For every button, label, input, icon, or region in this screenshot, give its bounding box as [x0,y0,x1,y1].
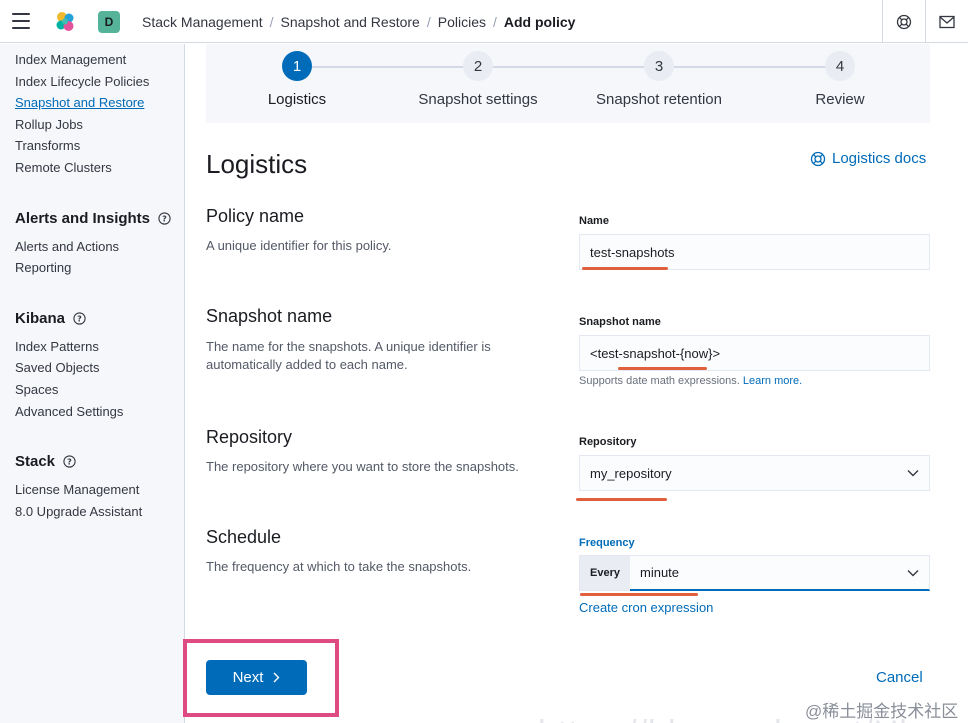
repository-label: Repository [579,436,637,448]
main-content: 1 Logistics 2 Snapshot settings 3 Snapsh… [186,44,968,723]
step-snapshot-retention[interactable]: 3 Snapshot retention [584,51,734,108]
breadcrumb: Stack Management / Snapshot and Restore … [142,0,575,43]
frequency-value: minute [640,565,680,580]
help-text: Supports date math expressions. [579,375,740,387]
repository-title: Repository [206,427,293,447]
step-number: 2 [463,51,493,81]
repository-description: The repository where you want to store t… [206,459,519,474]
step-number: 1 [282,51,312,81]
docs-link-label: Logistics docs [832,150,927,167]
repository-value: my_repository [590,465,672,481]
step-label: Snapshot settings [418,91,538,108]
sidebar-item-remote-clusters[interactable]: Remote Clusters [15,160,112,175]
step-label: Review [815,91,865,108]
chevron-down-icon [907,569,919,576]
breadcrumb-snapshot-restore[interactable]: Snapshot and Restore [281,14,420,30]
step-snapshot-settings[interactable]: 2 Snapshot settings [403,51,553,108]
breadcrumb-separator: / [426,13,431,30]
repository-select[interactable]: my_repository [579,455,930,491]
sidebar-item-license-management[interactable]: License Management [15,482,139,497]
annotation-highlight-box [183,639,339,717]
sidebar-group-stack: Stack ? [15,453,76,470]
menu-icon[interactable] [12,13,30,29]
help-lifebuoy-icon [896,14,912,29]
name-label: Name [579,215,609,227]
breadcrumb-policies[interactable]: Policies [438,14,486,30]
sidebar-item-rollup-jobs[interactable]: Rollup Jobs [15,117,83,132]
top-header: D Stack Management / Snapshot and Restor… [0,0,968,43]
question-icon[interactable]: ? [158,212,171,225]
space-avatar[interactable]: D [98,11,120,33]
svg-text:?: ? [77,315,82,324]
svg-text:?: ? [162,215,167,224]
mail-icon [939,15,955,28]
snapshot-name-input[interactable]: <test-snapshot-{now}> [579,335,930,371]
frequency-label: Frequency [579,537,635,549]
frequency-select[interactable]: minute [630,555,930,591]
logistics-docs-link[interactable]: Logistics docs [810,150,926,167]
sidebar-group-alerts-and-insights: Alerts and Insights ? [15,210,171,227]
step-label: Logistics [267,91,327,108]
frequency-control: Every minute [579,555,930,591]
learn-more-link[interactable]: Learn more. [743,375,802,387]
sidebar-item-transforms[interactable]: Transforms [15,138,80,153]
sidebar-item-index-lifecycle-policies[interactable]: Index Lifecycle Policies [15,74,149,89]
schedule-title: Schedule [206,527,282,547]
step-label: Snapshot retention [596,91,722,108]
question-icon[interactable]: ? [63,455,76,468]
sidebar-item-snapshot-and-restore[interactable]: Snapshot and Restore [15,95,144,110]
sidebar-item-spaces[interactable]: Spaces [15,382,58,397]
create-cron-expression-link[interactable]: Create cron expression [579,600,713,615]
management-sidebar: Index Management Index Lifecycle Policie… [0,44,185,723]
step-number: 3 [644,51,674,81]
sidebar-group-title: Alerts and Insights [15,210,151,227]
sidebar-group-title: Kibana [15,310,66,327]
snapshot-name-title: Snapshot name [206,306,333,326]
sidebar-group-kibana: Kibana ? [15,310,86,327]
page-title: Logistics [206,149,308,179]
sidebar-item-upgrade-assistant[interactable]: 8.0 Upgrade Assistant [15,504,142,519]
snapshot-name-help: Supports date math expressions. Learn mo… [579,375,802,387]
step-number: 4 [825,51,855,81]
step-review[interactable]: 4 Review [765,51,915,108]
breadcrumb-stack-management[interactable]: Stack Management [142,14,263,30]
snapshot-name-label: Snapshot name [579,316,661,328]
policy-name-input[interactable]: test-snapshots [579,234,930,270]
annotation-underline [580,593,698,596]
sidebar-item-index-patterns[interactable]: Index Patterns [15,339,99,354]
question-icon[interactable]: ? [73,312,86,325]
annotation-underline [576,498,667,501]
sidebar-item-reporting[interactable]: Reporting [15,260,71,275]
policy-name-value: test-snapshots [590,244,675,260]
schedule-description: The frequency at which to take the snaps… [206,559,472,574]
breadcrumb-separator: / [269,13,274,30]
help-button[interactable] [882,0,925,43]
lifebuoy-icon [810,151,826,166]
policy-name-title: Policy name [206,206,305,226]
sidebar-item-index-management[interactable]: Index Management [15,52,126,67]
step-logistics[interactable]: 1 Logistics [222,51,372,108]
sidebar-group-title: Stack [15,453,56,470]
breadcrumb-add-policy: Add policy [503,13,576,30]
breadcrumb-separator: / [492,13,497,30]
newsfeed-button[interactable] [925,0,968,43]
elastic-logo-icon[interactable] [53,10,77,34]
sidebar-item-advanced-settings[interactable]: Advanced Settings [15,404,123,419]
chevron-down-icon [907,470,919,477]
svg-text:?: ? [67,458,72,467]
annotation-underline [618,367,707,370]
annotation-underline [582,267,668,270]
snapshot-name-description: The name for the snapshots. A unique ide… [206,339,491,372]
watermark: @稀土掘金技术社区 [805,702,959,721]
sidebar-item-saved-objects[interactable]: Saved Objects [15,360,100,375]
snapshot-name-value: <test-snapshot-{now}> [590,345,721,361]
sidebar-item-alerts-and-actions[interactable]: Alerts and Actions [15,239,119,254]
steps-progress: 1 Logistics 2 Snapshot settings 3 Snapsh… [206,44,930,123]
frequency-prefix: Every [579,555,630,591]
cancel-button[interactable]: Cancel [876,669,923,686]
policy-name-description: A unique identifier for this policy. [206,238,392,253]
